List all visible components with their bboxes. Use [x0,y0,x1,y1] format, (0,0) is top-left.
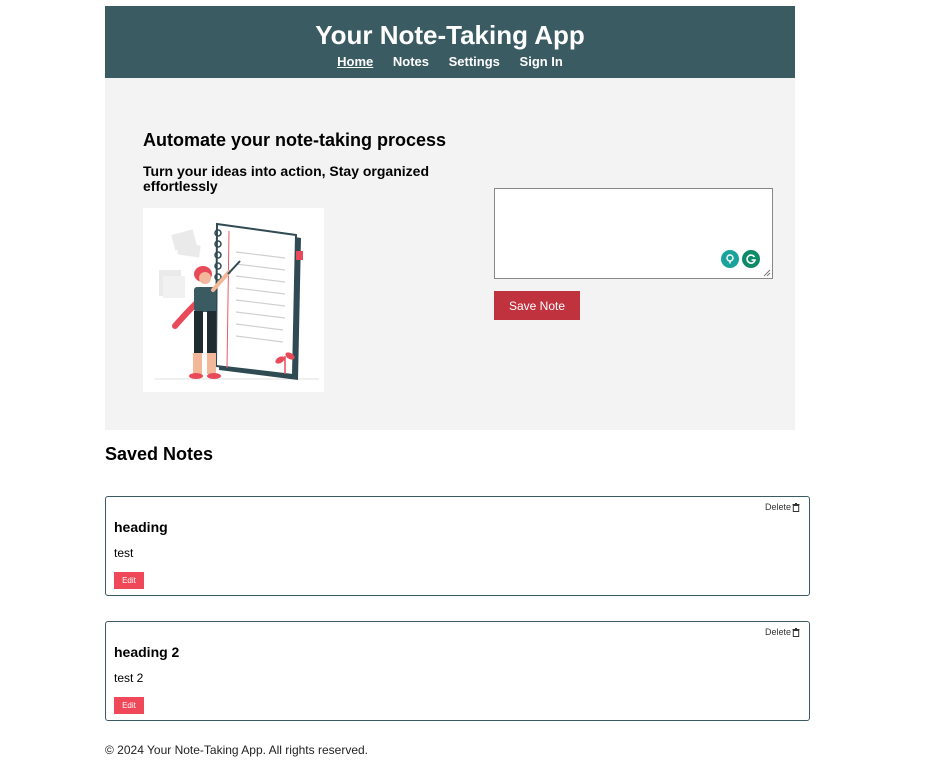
input-assist-icons [721,250,760,268]
nav-link-notes[interactable]: Notes [393,54,429,69]
note-textarea[interactable] [494,188,773,279]
main-nav: Home Notes Settings Sign In [105,54,795,69]
delete-label: Delete [764,627,791,637]
note-heading: heading 2 [114,644,180,660]
app-header: Your Note-Taking App Home Notes Settings… [105,6,795,78]
nav-link-home[interactable]: Home [337,54,373,69]
lightbulb-icon[interactable] [721,250,739,268]
delete-label: Delete [764,502,791,512]
note-body: test 2 [114,671,144,685]
note-card: Delete heading 2 test 2 Edit [105,621,810,721]
hero-title: Automate your note-taking process [143,130,447,150]
app-title: Your Note-Taking App [315,20,585,50]
delete-note-button[interactable]: Delete [765,502,800,512]
trash-icon [792,502,800,512]
resize-grip-icon[interactable] [763,269,771,277]
nav-link-sign-in[interactable]: Sign In [520,54,563,69]
hero-subtitle: Turn your ideas into action, Stay organi… [143,163,430,194]
footer-copyright: © 2024 Your Note-Taking App. All rights … [105,743,368,757]
trash-icon [792,627,800,637]
note-heading: heading [114,519,168,535]
hero-section: Automate your note-taking process Turn y… [105,78,795,430]
note-card: Delete heading test Edit [105,496,810,596]
note-body: test [114,546,134,560]
grammarly-icon[interactable] [742,250,760,268]
nav-link-settings[interactable]: Settings [449,54,500,69]
delete-note-button[interactable]: Delete [765,627,800,637]
save-note-button[interactable]: Save Note [494,291,580,320]
edit-note-button[interactable]: Edit [114,697,144,714]
edit-note-button[interactable]: Edit [114,572,144,589]
note-taking-illustration [143,208,324,392]
saved-notes-title: Saved Notes [105,444,214,464]
